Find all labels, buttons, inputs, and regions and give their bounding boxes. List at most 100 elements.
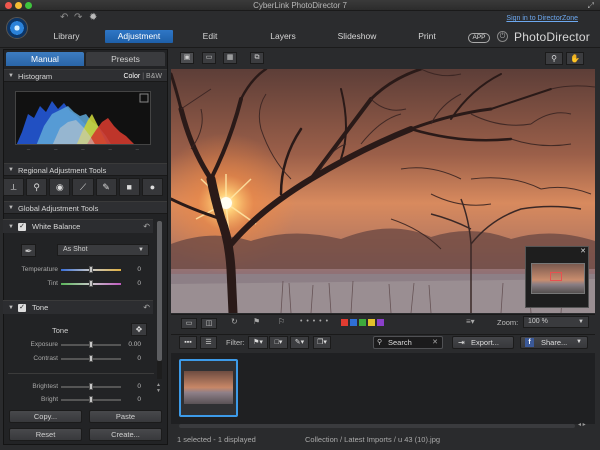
tone-checkbox[interactable]: ✓ bbox=[18, 304, 26, 312]
thumbnail-view-icon[interactable]: ▪▪▪ bbox=[179, 336, 197, 349]
bright-value: 0 bbox=[137, 396, 141, 403]
status-bar: 1 selected - 1 displayed Collection / La… bbox=[171, 432, 595, 446]
brightest-slider-thumb[interactable] bbox=[89, 383, 93, 390]
magnifier-icon[interactable]: ⚲ bbox=[545, 52, 563, 65]
rating-filter-icon[interactable]: □▾ bbox=[269, 336, 288, 349]
color-label-blue[interactable] bbox=[350, 319, 357, 326]
label-filter-icon[interactable]: ✎▾ bbox=[290, 336, 309, 349]
exposure-slider-thumb[interactable] bbox=[89, 341, 93, 348]
rotate-icon[interactable]: ↻ bbox=[231, 317, 238, 326]
compare-view-icon[interactable]: ▭ bbox=[202, 52, 216, 64]
regional-tools-header[interactable]: ▼ Regional Adjustment Tools bbox=[4, 163, 167, 176]
chevron-down-icon: ▼ bbox=[576, 339, 582, 345]
regional-tool-row: ⟂ ⚲ ◉ ⟋ ✎ ■ ● bbox=[3, 178, 163, 196]
tab-adjustment[interactable]: Adjustment bbox=[105, 30, 173, 43]
red-eye-tool-icon[interactable]: ◉ bbox=[49, 178, 71, 196]
crop-angle-tool-icon[interactable]: ⟂ bbox=[3, 178, 25, 196]
sort-icon[interactable]: ≡▾ bbox=[466, 317, 475, 326]
scroll-arrows-icon[interactable]: ▲ ▼ bbox=[156, 382, 161, 394]
redo-icon[interactable]: ↷ bbox=[74, 12, 82, 23]
list-view-icon[interactable]: ☰ bbox=[200, 336, 217, 349]
before-view-icon[interactable]: ▭ bbox=[181, 318, 197, 329]
navigator-viewport-frame[interactable] bbox=[550, 272, 562, 281]
contrast-slider-thumb[interactable] bbox=[89, 355, 93, 362]
tab-library[interactable]: Library bbox=[43, 30, 90, 43]
settings-icon[interactable]: ✹ bbox=[89, 12, 97, 23]
radial-filter-icon[interactable]: ● bbox=[141, 178, 163, 196]
tab-manual[interactable]: Manual bbox=[6, 52, 84, 66]
reset-arrow-icon[interactable]: ↶ bbox=[143, 301, 150, 315]
fullscreen-icon[interactable]: ⤢ bbox=[588, 1, 594, 11]
export-button[interactable]: ⇥ Export... bbox=[452, 336, 514, 349]
close-icon[interactable]: ✕ bbox=[580, 247, 586, 255]
color-label-red[interactable] bbox=[341, 319, 348, 326]
flag-icon[interactable]: ⚑ bbox=[253, 317, 260, 326]
histogram-header[interactable]: ▼ Histogram Color | B&W bbox=[4, 69, 167, 82]
search-value: Search bbox=[388, 338, 412, 347]
histogram-bw-option[interactable]: B&W bbox=[146, 73, 162, 80]
tone-header[interactable]: ▼ ✓ Tone ↶ bbox=[3, 300, 153, 314]
white-balance-title: White Balance bbox=[32, 222, 81, 231]
grid-view-icon[interactable]: ▦ bbox=[223, 52, 237, 64]
bright-slider-thumb[interactable] bbox=[89, 396, 93, 403]
undo-icon[interactable]: ↶ bbox=[60, 12, 68, 23]
reject-flag-icon[interactable]: ⚐ bbox=[278, 317, 285, 326]
scrollbar-thumb[interactable] bbox=[157, 221, 162, 361]
zoom-value: 100 % bbox=[528, 318, 548, 325]
spot-removal-tool-icon[interactable]: ⚲ bbox=[26, 178, 48, 196]
temperature-value: 0 bbox=[137, 266, 141, 273]
star-rating[interactable]: • • • • • bbox=[300, 318, 329, 325]
signin-link[interactable]: Sign in to DirectorZone bbox=[506, 15, 578, 22]
tint-label: Tint bbox=[47, 280, 58, 287]
zoom-select[interactable]: 100 % ▼ bbox=[523, 316, 589, 328]
tab-presets[interactable]: Presets bbox=[86, 52, 165, 66]
color-label-purple[interactable] bbox=[377, 319, 384, 326]
color-label-green[interactable] bbox=[359, 319, 366, 326]
tint-value: 0 bbox=[137, 280, 141, 287]
paste-button[interactable]: Paste bbox=[89, 410, 162, 423]
histogram-ticks: – – – – – bbox=[26, 147, 140, 153]
reset-arrow-icon[interactable]: ↶ bbox=[143, 220, 150, 234]
targeted-adjustment-icon[interactable]: ✥ bbox=[131, 323, 147, 336]
flag-filter-icon[interactable]: ⚑▾ bbox=[248, 336, 268, 349]
eyedropper-icon[interactable]: ✒ bbox=[21, 244, 36, 257]
global-tools-header[interactable]: ▼ Global Adjustment Tools bbox=[4, 201, 167, 214]
clear-icon[interactable]: ✕ bbox=[432, 337, 438, 348]
temperature-slider-thumb[interactable] bbox=[89, 266, 93, 273]
second-display-icon[interactable]: ⧉ bbox=[250, 52, 264, 64]
facebook-icon: f bbox=[525, 338, 534, 347]
eraser-brush-icon[interactable]: ✎ bbox=[95, 178, 117, 196]
copy-button[interactable]: Copy... bbox=[9, 410, 82, 423]
create-button[interactable]: Create... bbox=[89, 428, 162, 441]
adjustment-brush-icon[interactable]: ⟋ bbox=[72, 178, 94, 196]
tab-layers[interactable]: Layers bbox=[262, 30, 304, 43]
navigator-panel[interactable]: ✕ bbox=[525, 246, 589, 308]
browser-scrollbar[interactable] bbox=[179, 424, 575, 428]
tint-slider-thumb[interactable] bbox=[89, 280, 93, 287]
reset-button[interactable]: Reset bbox=[9, 428, 82, 441]
brand-name: PhotoDirector bbox=[514, 30, 590, 44]
app-button[interactable]: APP bbox=[468, 33, 490, 43]
single-view-icon[interactable]: ▣ bbox=[180, 52, 194, 64]
white-balance-header[interactable]: ▼ ✓ White Balance ↶ bbox=[3, 219, 153, 233]
scroll-arrows-icon[interactable]: ◂ ▸ bbox=[578, 421, 586, 428]
white-balance-select[interactable]: As Shot ▼ bbox=[57, 244, 149, 256]
photo-thumbnail[interactable] bbox=[179, 359, 238, 417]
share-button[interactable]: f Share... ▼ bbox=[520, 336, 588, 349]
hand-tool-icon[interactable]: ✋ bbox=[566, 52, 584, 65]
before-after-icon[interactable]: ◫ bbox=[201, 318, 217, 329]
power-icon[interactable]: ⏻ bbox=[497, 31, 508, 42]
viewer-toolbar: ▣ ▭ ▦ ⧉ ⚲ ✋ bbox=[170, 49, 598, 68]
tone-title: Tone bbox=[32, 303, 49, 312]
file-type-filter-icon[interactable]: ❐▾ bbox=[313, 336, 331, 349]
adjustment-scrollbar[interactable] bbox=[157, 221, 162, 379]
histogram-color-option[interactable]: Color bbox=[123, 73, 140, 80]
color-label-yellow[interactable] bbox=[368, 319, 375, 326]
white-balance-checkbox[interactable]: ✓ bbox=[18, 223, 26, 231]
tab-edit[interactable]: Edit bbox=[190, 30, 230, 43]
tab-print[interactable]: Print bbox=[411, 30, 443, 43]
tone-sub-label: Tone bbox=[52, 326, 69, 335]
search-input[interactable]: ⚲ Search ✕ bbox=[373, 336, 443, 349]
graduated-filter-icon[interactable]: ■ bbox=[118, 178, 140, 196]
tab-slideshow[interactable]: Slideshow bbox=[330, 30, 384, 43]
